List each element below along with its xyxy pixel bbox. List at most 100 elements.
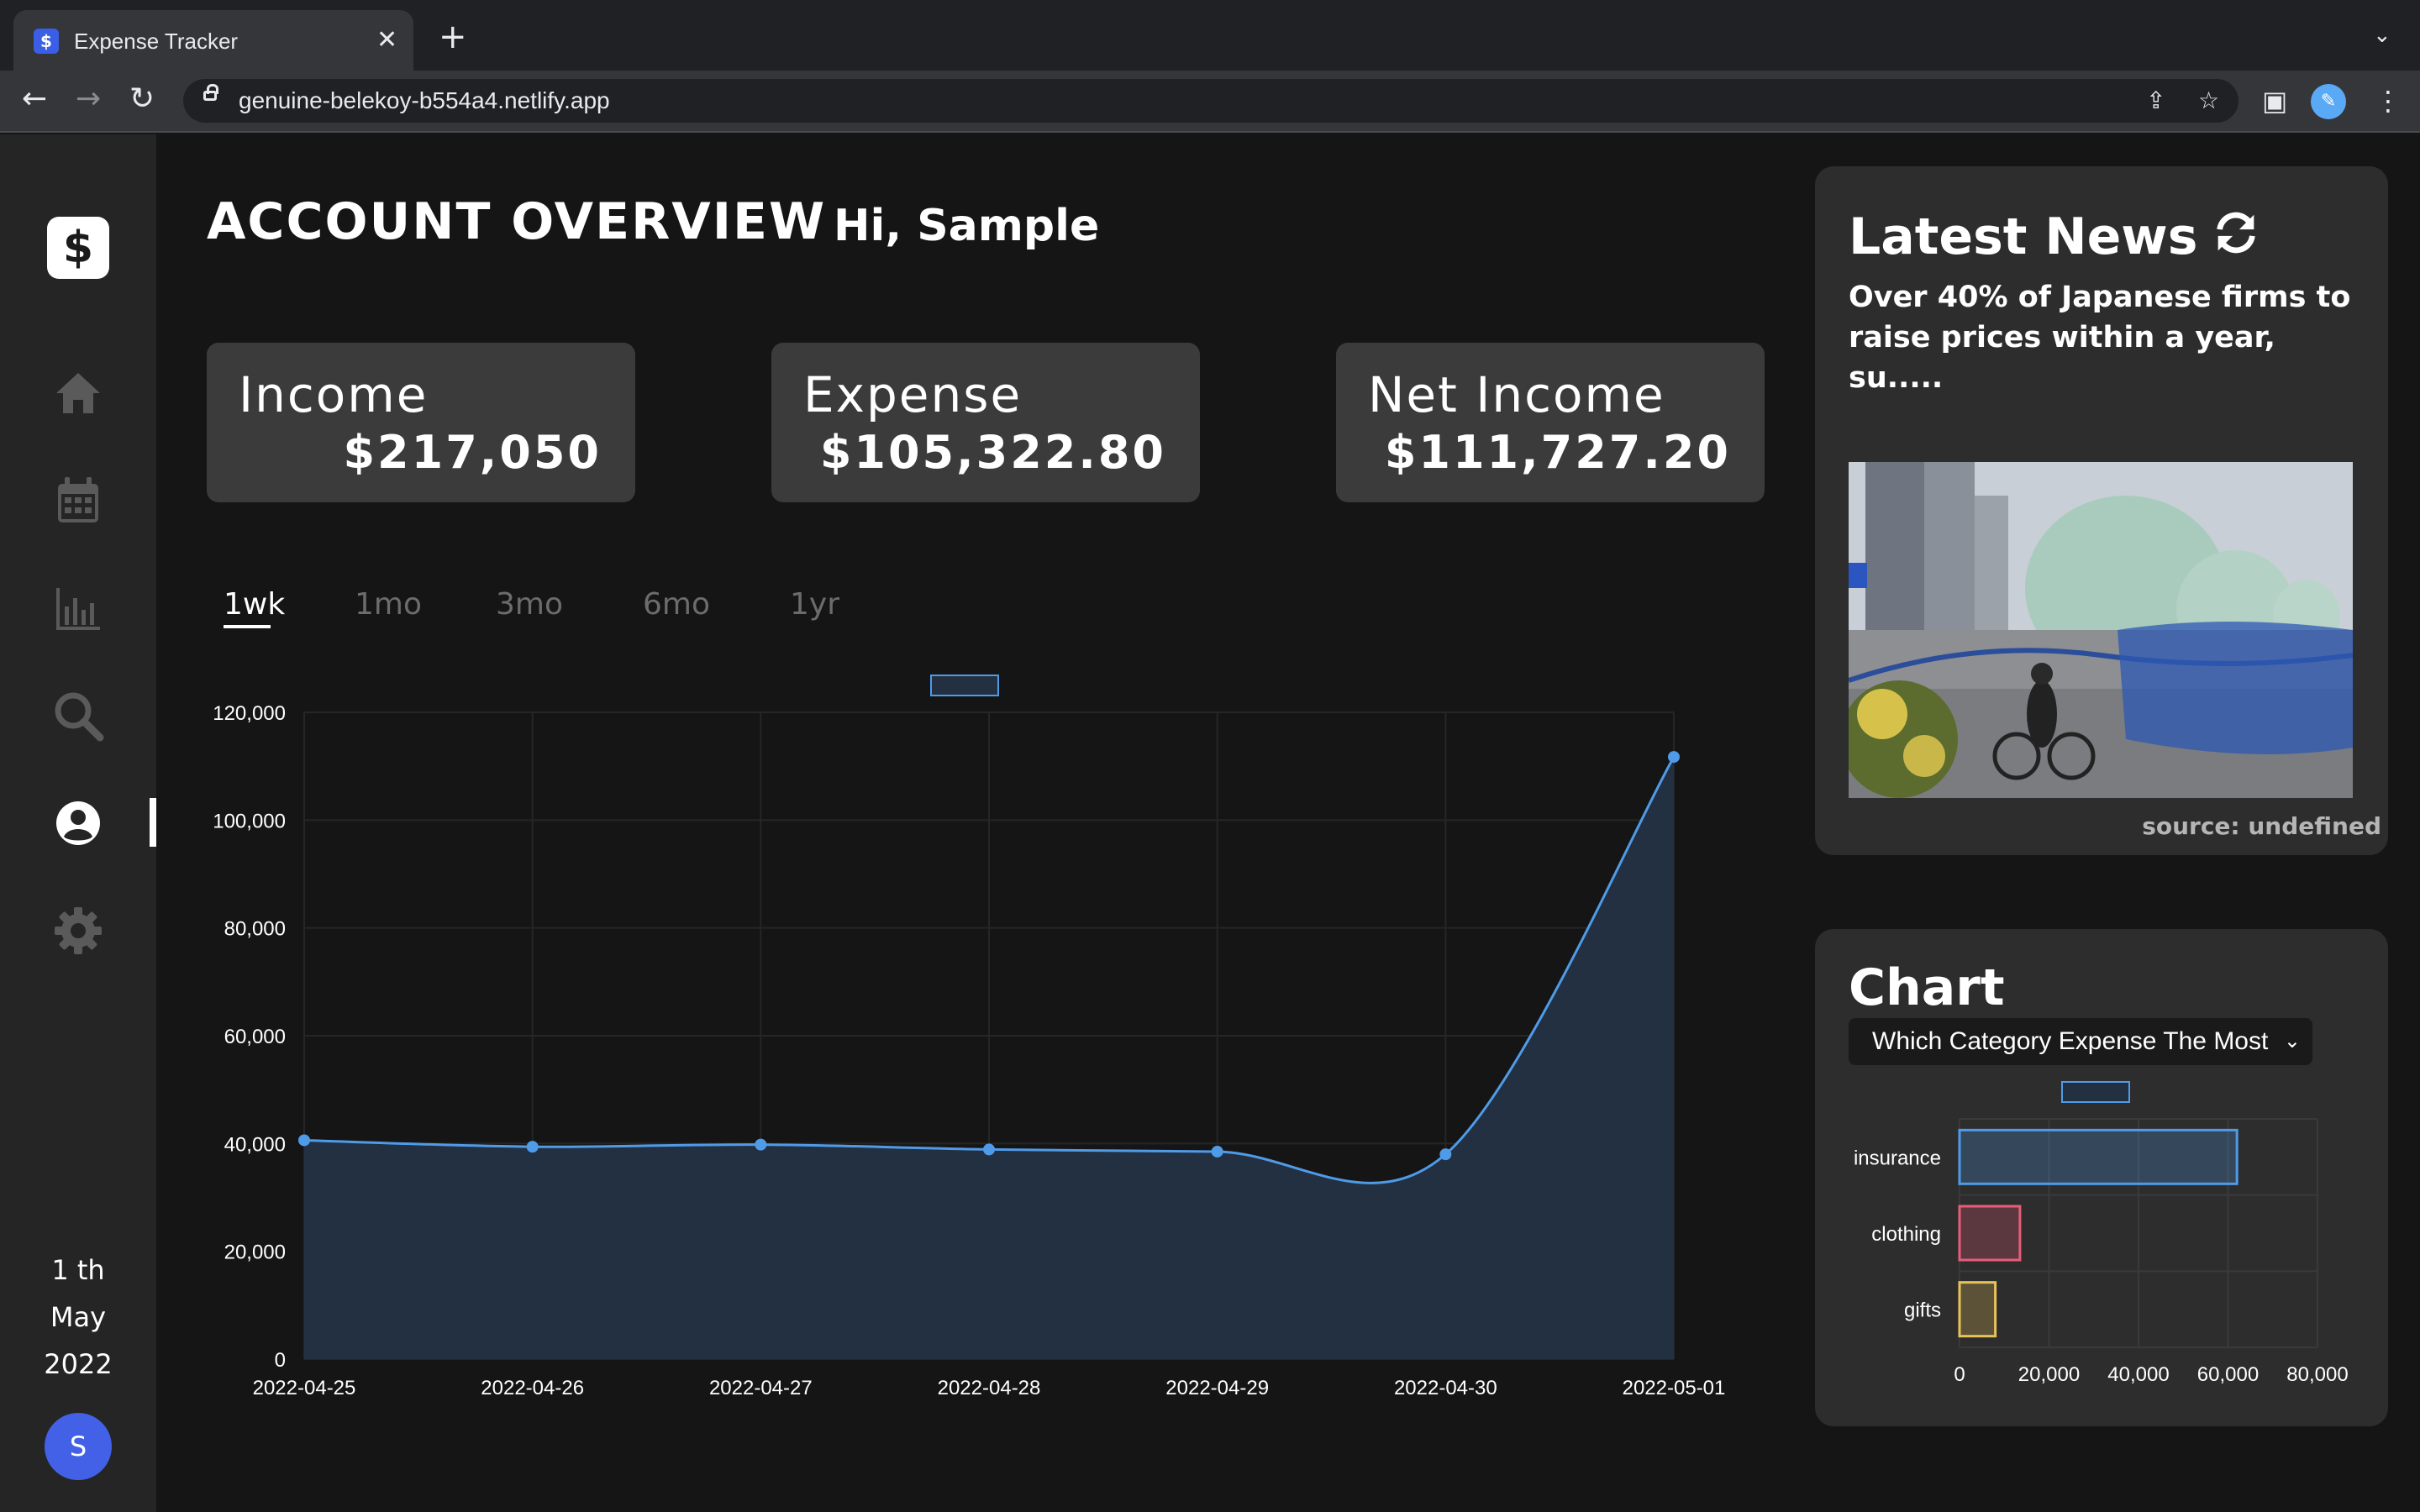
bar-chart-icon bbox=[56, 588, 100, 630]
y-tick-label: 80,000 bbox=[224, 918, 286, 941]
data-point bbox=[1668, 751, 1680, 764]
y-tick-label: 20,000 bbox=[224, 1242, 286, 1264]
x-tick-label: 2022-04-28 bbox=[938, 1377, 1041, 1399]
y-tick-label: 120,000 bbox=[213, 702, 286, 725]
x-tick-label: 2022-04-25 bbox=[253, 1377, 356, 1399]
data-point bbox=[1439, 1148, 1452, 1161]
more-menu-icon[interactable]: ⋮ bbox=[2375, 84, 2402, 118]
browser-tab-strip: $ Expense Tracker ✕ + ⌄ bbox=[0, 0, 2420, 71]
address-bar[interactable]: genuine-belekoy-b554a4.netlify.app ⇪ ☆ bbox=[183, 79, 2238, 123]
x-tick-label: 80,000 bbox=[2286, 1363, 2348, 1386]
range-tab-3mo[interactable]: 3mo bbox=[496, 585, 563, 625]
news-image[interactable] bbox=[1849, 462, 2353, 798]
data-point bbox=[526, 1141, 539, 1153]
favicon-icon: $ bbox=[34, 29, 59, 54]
net-income-card: Net Income $111,727.20 bbox=[1336, 343, 1765, 502]
data-point bbox=[755, 1138, 767, 1151]
expense-value: $105,322.80 bbox=[819, 426, 1166, 479]
data-point bbox=[1211, 1145, 1223, 1158]
y-tick-label: 60,000 bbox=[224, 1026, 286, 1048]
net-income-value: $111,727.20 bbox=[1384, 426, 1731, 479]
category-label: clothing bbox=[1871, 1223, 1941, 1246]
refresh-icon[interactable] bbox=[2210, 207, 2262, 259]
sidebar-item-home[interactable] bbox=[51, 366, 105, 420]
x-tick-label: 20,000 bbox=[2018, 1363, 2080, 1386]
range-tab-6mo[interactable]: 6mo bbox=[643, 585, 710, 625]
bar-insurance bbox=[1958, 1128, 2238, 1185]
avatar[interactable]: S bbox=[45, 1413, 112, 1480]
new-tab-icon[interactable]: + bbox=[439, 20, 467, 54]
sidebar-item-settings[interactable] bbox=[51, 904, 105, 958]
account-icon bbox=[56, 801, 100, 845]
bar-gifts bbox=[1958, 1281, 1997, 1338]
data-point bbox=[298, 1134, 310, 1147]
range-tab-1wk[interactable]: 1wk bbox=[224, 585, 285, 625]
close-tab-icon[interactable]: ✕ bbox=[376, 25, 397, 55]
sidebar: $ 1 th May 2022 S bbox=[0, 134, 156, 1512]
news-source: source: undefined bbox=[2142, 812, 2381, 840]
net-income-label: Net Income bbox=[1368, 366, 1665, 423]
x-tick-label: 0 bbox=[1954, 1363, 1965, 1386]
chart-type-select[interactable]: Which Category Expense The Most ⌄ bbox=[1849, 1018, 2312, 1065]
x-tick-label: 2022-04-30 bbox=[1394, 1377, 1497, 1399]
news-title: Latest News bbox=[1849, 207, 2198, 266]
chevron-down-icon: ⌄ bbox=[2283, 1029, 2301, 1053]
expense-label: Expense bbox=[803, 366, 1023, 423]
greeting: Hi, Sample bbox=[834, 201, 1100, 251]
category-chart-title: Chart bbox=[1849, 958, 2005, 1017]
bar-clothing bbox=[1958, 1205, 2022, 1262]
chart-type-select-value: Which Category Expense The Most bbox=[1872, 1027, 2269, 1055]
category-bar-chart: 0 20,000 40,000 60,000 80,000 insurance clothi… bbox=[1854, 1081, 2349, 1386]
browser-toolbar: ← → ↻ genuine-belekoy-b554a4.netlify.app… bbox=[0, 71, 2420, 133]
range-tab-1yr[interactable]: 1yr bbox=[790, 585, 839, 625]
income-label: Income bbox=[239, 366, 429, 423]
sidebar-item-account[interactable] bbox=[51, 796, 105, 850]
profile-icon[interactable]: ✎ bbox=[2311, 84, 2346, 119]
tab-search-chevron-icon[interactable]: ⌄ bbox=[2373, 22, 2391, 49]
range-tab-1mo[interactable]: 1mo bbox=[355, 585, 422, 625]
x-tick-label: 2022-04-26 bbox=[481, 1377, 584, 1399]
expense-card: Expense $105,322.80 bbox=[771, 343, 1200, 502]
income-value: $217,050 bbox=[343, 426, 602, 479]
y-tick-label: 40,000 bbox=[224, 1133, 286, 1156]
x-tick-label: 40,000 bbox=[2107, 1363, 2169, 1386]
forward-arrow-icon[interactable]: → bbox=[76, 82, 101, 116]
side-panel-icon[interactable]: ▣ bbox=[2262, 84, 2287, 118]
income-line-chart: 0 20,000 40,000 60,000 80,000 100,000 120,000 2… bbox=[213, 675, 1726, 1399]
date-day: 1 th bbox=[51, 1254, 105, 1286]
x-tick-label: 2022-04-29 bbox=[1165, 1377, 1269, 1399]
reload-icon[interactable]: ↻ bbox=[129, 82, 155, 116]
page-title: ACCOUNT OVERVIEW bbox=[207, 192, 827, 251]
x-tick-label: 60,000 bbox=[2197, 1363, 2259, 1386]
y-tick-label: 100,000 bbox=[213, 810, 286, 832]
income-card: Income $217,050 bbox=[207, 343, 635, 502]
share-icon[interactable]: ⇪ bbox=[2146, 87, 2165, 114]
active-nav-indicator bbox=[150, 798, 156, 847]
data-point bbox=[983, 1143, 995, 1156]
sidebar-item-search[interactable] bbox=[51, 689, 105, 743]
sidebar-item-calendar[interactable] bbox=[51, 474, 105, 528]
settings-icon bbox=[55, 907, 102, 954]
legend-box bbox=[2061, 1081, 2130, 1103]
date-month: May bbox=[50, 1301, 107, 1333]
back-arrow-icon[interactable]: ← bbox=[22, 82, 47, 116]
news-photo bbox=[1849, 462, 2353, 798]
app-logo-icon[interactable]: $ bbox=[47, 217, 109, 279]
date-year: 2022 bbox=[44, 1348, 113, 1380]
lock-icon bbox=[203, 84, 218, 101]
news-panel: Latest News Over 40% of Japanese firms t… bbox=[1815, 166, 2388, 855]
browser-tab[interactable]: $ Expense Tracker ✕ bbox=[13, 10, 413, 71]
news-headline[interactable]: Over 40% of Japanese firms to raise pric… bbox=[1849, 277, 2378, 398]
x-tick-label: 2022-05-01 bbox=[1623, 1377, 1726, 1399]
tab-title: Expense Tracker bbox=[74, 29, 239, 54]
sidebar-item-stats[interactable] bbox=[51, 581, 105, 635]
home-icon bbox=[56, 373, 100, 413]
legend-box bbox=[930, 675, 999, 696]
y-tick-label: 0 bbox=[275, 1349, 286, 1372]
bookmark-star-icon[interactable]: ☆ bbox=[2198, 87, 2219, 114]
search-icon bbox=[55, 692, 104, 742]
range-tab-underline bbox=[224, 625, 271, 628]
url-text: genuine-belekoy-b554a4.netlify.app bbox=[239, 87, 610, 113]
calendar-icon bbox=[58, 477, 98, 522]
category-label: insurance bbox=[1854, 1147, 1941, 1169]
